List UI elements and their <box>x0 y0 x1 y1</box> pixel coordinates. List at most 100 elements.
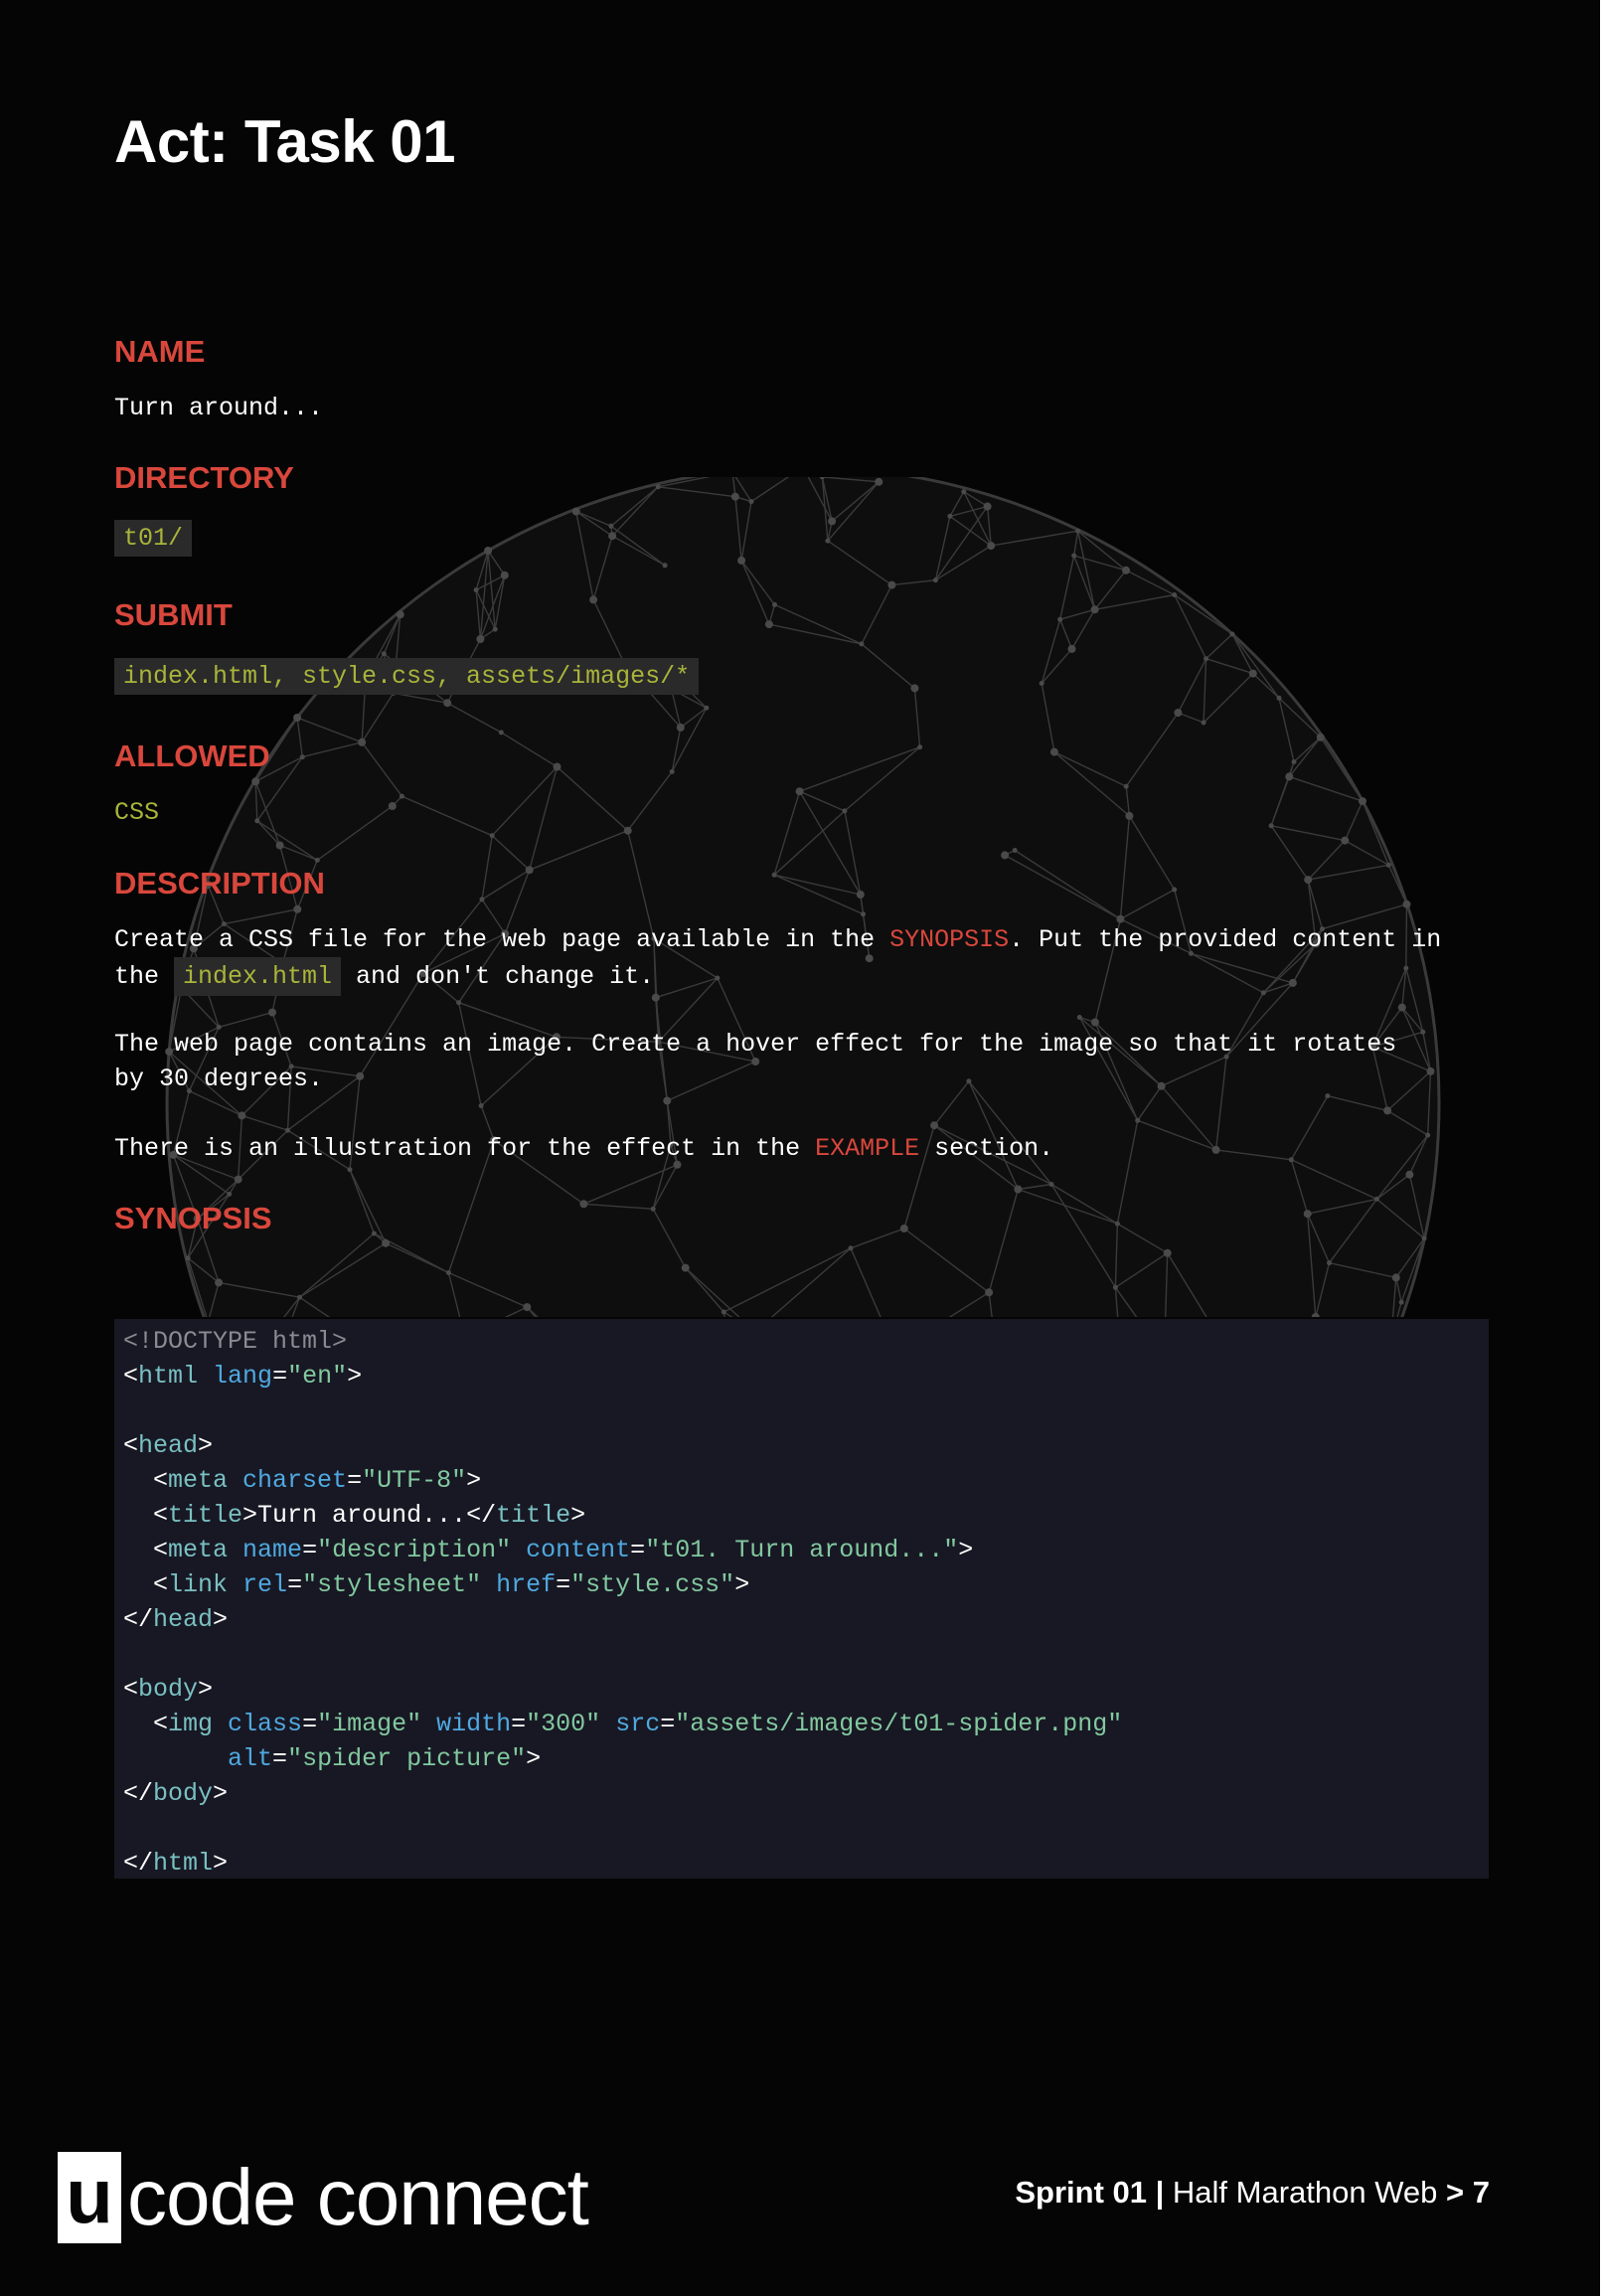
submit-value: index.html, style.css, assets/images/* <box>114 658 700 695</box>
code-punct: = <box>272 1362 288 1391</box>
name-heading: NAME <box>114 334 206 369</box>
code-tag: body <box>138 1675 199 1704</box>
code-tag: head <box>138 1431 199 1460</box>
code-tag: head <box>153 1605 214 1634</box>
code-tag: body <box>153 1779 214 1808</box>
code-attr: class <box>228 1710 303 1738</box>
code-punct: </ <box>123 1779 154 1808</box>
code-value: "UTF-8" <box>362 1466 467 1495</box>
description-text: section. <box>919 1134 1054 1163</box>
code-punct: = <box>556 1570 571 1599</box>
code-punct: < <box>123 1675 139 1704</box>
description-text: by 30 degrees. <box>114 1065 324 1093</box>
code-value: "image" <box>317 1710 422 1738</box>
code-attr: content <box>526 1536 631 1564</box>
code-tag: html <box>138 1362 199 1391</box>
code-value: "style.css" <box>570 1570 735 1599</box>
code-punct: </ <box>123 1605 154 1634</box>
page-title: Act: Task 01 <box>114 108 456 175</box>
page-edge <box>1600 0 1606 2296</box>
code-attr: charset <box>242 1466 348 1495</box>
code-punct: > <box>734 1570 750 1599</box>
code-punct: </ <box>123 1849 154 1878</box>
description-text: . Put the provided content in <box>1009 925 1442 954</box>
footer-sprint: Sprint 01 | <box>1015 2175 1165 2210</box>
code-punct: = <box>302 1710 318 1738</box>
description-text: The web page contains an image. Create a… <box>114 1030 1397 1059</box>
footer-page-number: > 7 <box>1446 2175 1490 2210</box>
code-punct: < <box>123 1536 169 1564</box>
code-attr: src <box>615 1710 661 1738</box>
allowed-heading: ALLOWED <box>114 738 270 773</box>
code-punct: > <box>347 1362 363 1391</box>
code-tag: title <box>168 1501 243 1530</box>
allowed-value: CSS <box>114 798 160 827</box>
directory-value: t01/ <box>114 520 193 557</box>
code-value: "t01. Turn around..." <box>645 1536 959 1564</box>
code-value: "300" <box>526 1710 601 1738</box>
submit-heading: SUBMIT <box>114 597 233 632</box>
synopsis-link[interactable]: SYNOPSIS <box>889 925 1009 954</box>
description-text: the <box>114 962 175 991</box>
code-punct: > <box>213 1849 229 1878</box>
code-value: "en" <box>287 1362 348 1391</box>
code-punct: > <box>958 1536 974 1564</box>
code-value: "spider picture" <box>287 1744 527 1773</box>
synopsis-heading: SYNOPSIS <box>114 1201 272 1235</box>
code-punct: < <box>123 1431 139 1460</box>
code-punct: > <box>198 1431 214 1460</box>
description-paragraph-3: There is an illustration for the effect … <box>114 1131 1491 1166</box>
code-tag: link <box>168 1570 229 1599</box>
code-value: "assets/images/t01-spider.png" <box>675 1710 1123 1738</box>
code-punct: > <box>570 1501 586 1530</box>
description-text: and don't change it. <box>341 962 655 991</box>
code-punct: > <box>526 1744 542 1773</box>
name-value: Turn around... <box>114 394 324 422</box>
code-punct: < <box>123 1466 169 1495</box>
code-punct: = <box>660 1710 676 1738</box>
code-punct: < <box>123 1501 169 1530</box>
code-punct: = <box>287 1570 303 1599</box>
description-paragraph-1: Create a CSS file for the web page avail… <box>114 922 1491 996</box>
code-punct: > <box>213 1605 229 1634</box>
code-tag: meta <box>168 1536 229 1564</box>
code-tag: img <box>168 1710 214 1738</box>
description-text: Create a CSS file for the web page avail… <box>114 925 890 954</box>
code-punct: </ <box>466 1501 497 1530</box>
code-punct: = <box>630 1536 646 1564</box>
code-attr: width <box>436 1710 512 1738</box>
footer-page-info: Sprint 01 | Half Marathon Web > 7 <box>1015 2175 1490 2211</box>
code-attr: alt <box>228 1744 273 1773</box>
code-attr: href <box>496 1570 557 1599</box>
code-tag: html <box>153 1849 214 1878</box>
logo-box: u <box>58 2152 121 2243</box>
logo-text: code connect <box>127 2153 589 2241</box>
code-attr: rel <box>242 1570 288 1599</box>
code-value: "description" <box>317 1536 512 1564</box>
code-punct: = <box>511 1710 527 1738</box>
code-attr: name <box>242 1536 303 1564</box>
code-punct: < <box>123 1570 169 1599</box>
code-doctype: <!DOCTYPE html> <box>123 1327 348 1356</box>
code-tag: meta <box>168 1466 229 1495</box>
index-html-code: index.html <box>174 957 342 996</box>
code-text: Turn around... <box>257 1501 467 1530</box>
description-heading: DESCRIPTION <box>114 866 325 901</box>
code-value: "stylesheet" <box>302 1570 482 1599</box>
directory-heading: DIRECTORY <box>114 460 294 495</box>
code-punct: = <box>347 1466 363 1495</box>
code-punct: < <box>123 1362 139 1391</box>
code-punct: = <box>302 1536 318 1564</box>
footer-course: Half Marathon Web <box>1164 2175 1447 2210</box>
code-attr: lang <box>213 1362 273 1391</box>
code-punct: > <box>466 1466 482 1495</box>
code-punct: = <box>272 1744 288 1773</box>
description-paragraph-2: The web page contains an image. Create a… <box>114 1027 1491 1096</box>
code-punct: > <box>242 1501 258 1530</box>
example-link[interactable]: EXAMPLE <box>815 1134 919 1163</box>
code-tag: title <box>496 1501 571 1530</box>
synopsis-code-block: <!DOCTYPE html> <html lang="en"> <head> … <box>114 1319 1489 1879</box>
code-punct: > <box>198 1675 214 1704</box>
ucode-logo: u code connect <box>58 2152 589 2243</box>
description-text: There is an illustration for the effect … <box>114 1134 816 1163</box>
